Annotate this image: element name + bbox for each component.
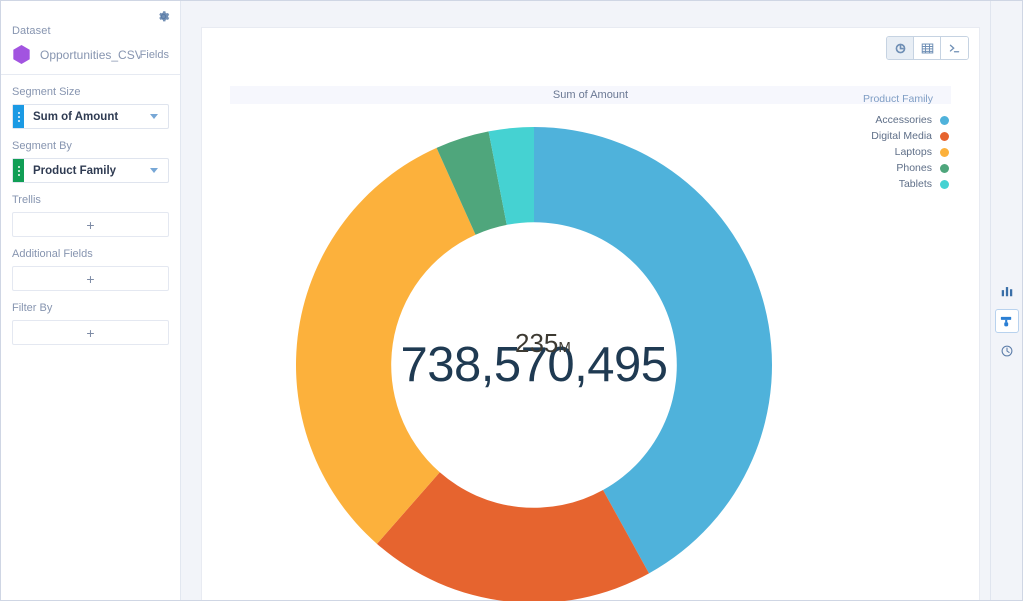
chart-toolbar — [886, 36, 969, 60]
legend-color-swatch — [940, 163, 949, 173]
chart-type-button[interactable] — [995, 279, 1019, 303]
chart-title: Sum of Amount — [552, 89, 629, 101]
legend-color-swatch — [940, 131, 949, 141]
history-button[interactable] — [995, 339, 1019, 363]
gear-icon[interactable] — [154, 7, 172, 25]
legend-label: Laptops — [894, 146, 932, 158]
donut-segment-accessories[interactable] — [534, 127, 773, 574]
additional-fields-add-button[interactable]: + — [12, 266, 169, 291]
segment-by-label: Segment By — [12, 140, 72, 152]
field-group-trellis: Trellis + — [1, 183, 180, 237]
field-group-filter-by: Filter By + — [1, 291, 180, 345]
legend-label: Accessories — [875, 114, 932, 126]
legend-item-laptops[interactable]: Laptops — [844, 144, 949, 160]
donut-center-total: 738,570,495 — [400, 338, 669, 392]
legend-item-phones[interactable]: Phones — [844, 160, 949, 176]
legend-title: Product Family — [862, 93, 933, 105]
plus-icon: + — [86, 216, 95, 233]
segment-label-accessories: 310M — [890, 312, 946, 342]
legend-color-swatch — [940, 179, 949, 189]
donut-segment-laptops[interactable] — [295, 147, 476, 544]
chevron-down-icon[interactable] — [150, 114, 158, 119]
dimension-pill-icon — [13, 159, 24, 182]
chart-title-band: Sum of Amount — [230, 86, 951, 104]
field-group-segment-by: Segment By Product Family — [1, 129, 180, 183]
donut-segment-phones[interactable] — [436, 131, 507, 235]
field-group-additional-fields: Additional Fields + — [1, 237, 180, 291]
trellis-label: Trellis — [12, 194, 41, 206]
plus-icon: + — [86, 270, 95, 287]
analytics-app-window: Dataset Opportunities_CSV Fields Segment… — [0, 0, 1023, 601]
donut-segment-tablets[interactable] — [488, 127, 534, 225]
donut-svg[interactable] — [284, 115, 784, 601]
format-button[interactable] — [994, 309, 1019, 333]
chart-canvas: Sum of Amount Product Family Accessories… — [201, 27, 980, 601]
legend-color-swatch — [940, 115, 949, 125]
filter-by-label: Filter By — [12, 302, 53, 314]
refresh-chart-button[interactable] — [887, 37, 914, 59]
sidebar: Dataset Opportunities_CSV Fields Segment… — [1, 1, 181, 600]
plus-icon: + — [86, 324, 95, 341]
segment-label-digital-media: 144M — [682, 549, 738, 579]
legend-label: Phones — [896, 162, 932, 174]
segment-size-select[interactable]: Sum of Amount — [12, 104, 169, 129]
legend-item-accessories[interactable]: Accessories — [844, 112, 949, 128]
console-button[interactable] — [941, 37, 968, 59]
legend-label: Tablets — [898, 178, 932, 190]
dataset-label: Dataset — [12, 25, 51, 37]
trellis-add-button[interactable]: + — [12, 212, 169, 237]
segment-label-laptops: 235M — [515, 328, 571, 358]
segment-size-value: Sum of Amount — [33, 110, 119, 123]
additional-fields-label: Additional Fields — [12, 248, 93, 260]
dataset-row[interactable]: Opportunities_CSV Fields — [1, 37, 180, 74]
legend-color-swatch — [940, 147, 949, 157]
chart-legend: Product Family Accessories Digital Media… — [844, 93, 949, 192]
table-view-button[interactable] — [914, 37, 941, 59]
segment-by-select[interactable]: Product Family — [12, 158, 169, 183]
segment-size-label: Segment Size — [12, 86, 81, 98]
legend-item-digital-media[interactable]: Digital Media — [844, 128, 949, 144]
measure-pill-icon — [13, 105, 24, 128]
fields-link[interactable]: Fields — [140, 49, 169, 61]
dataset-name: Opportunities_CSV — [40, 47, 140, 62]
donut-segment-digital-media[interactable] — [376, 472, 650, 601]
main-area: Sum of Amount Product Family Accessories… — [181, 1, 1022, 601]
legend-item-tablets[interactable]: Tablets — [844, 176, 949, 192]
legend-label: Digital Media — [871, 130, 932, 142]
field-group-segment-size: Segment Size Sum of Amount — [1, 75, 180, 129]
chevron-down-icon[interactable] — [150, 168, 158, 173]
segment-by-value: Product Family — [33, 164, 117, 177]
right-rail-toolbar — [990, 1, 1022, 600]
dataset-hexagon-icon — [13, 45, 30, 64]
filter-by-add-button[interactable]: + — [12, 320, 169, 345]
